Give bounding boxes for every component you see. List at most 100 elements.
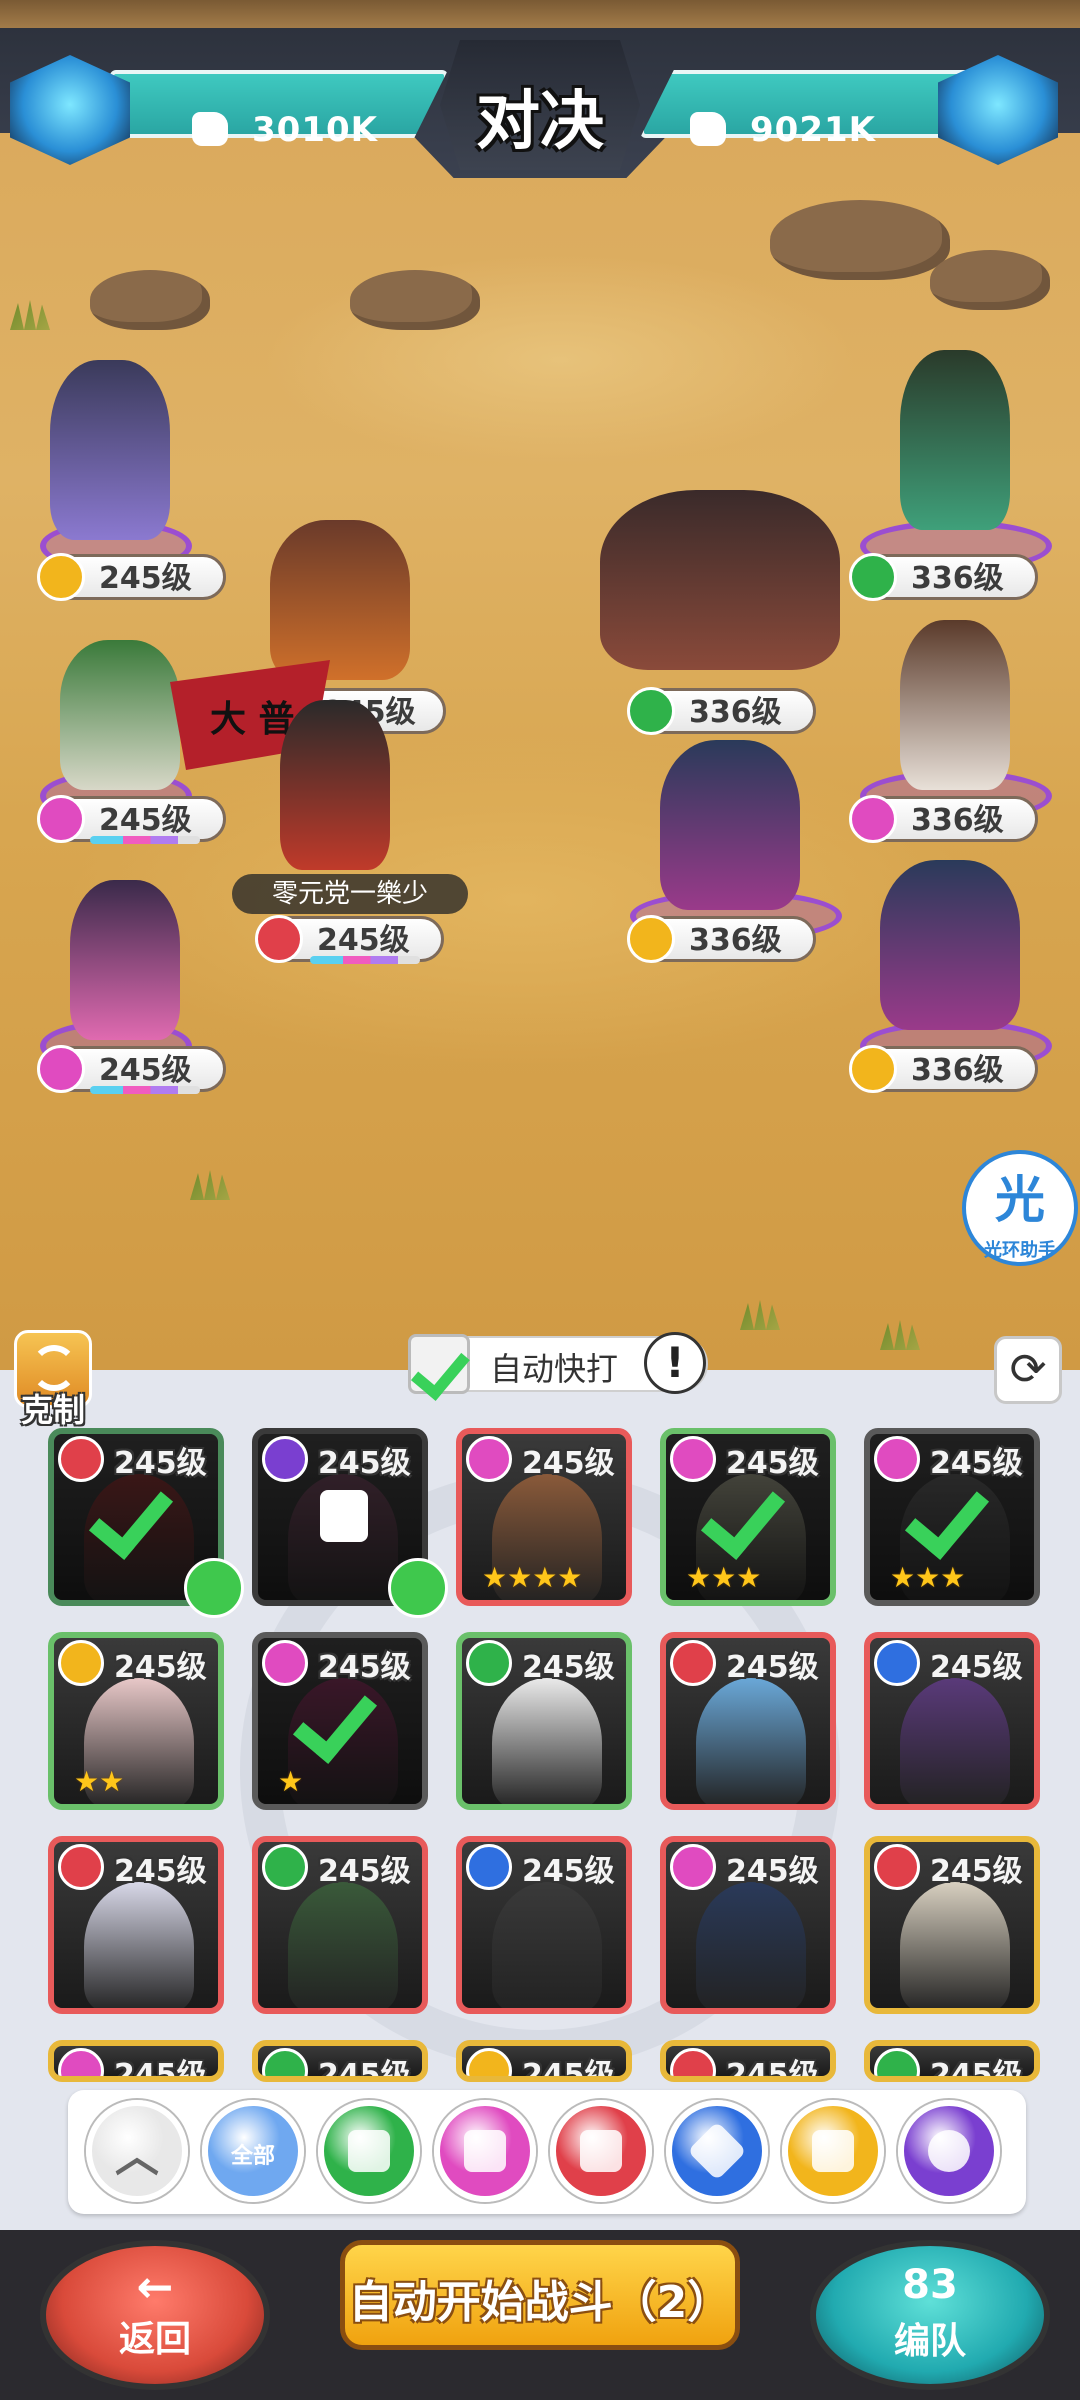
heart-icon	[464, 2130, 506, 2172]
club-faction-icon	[670, 2048, 716, 2076]
counter-label: 克制	[20, 1391, 85, 1429]
hero-level: 245级	[318, 2058, 411, 2082]
left-power: 3010K	[252, 110, 378, 150]
enemy-hero-2[interactable]	[900, 350, 1010, 530]
filter-moon-button[interactable]	[898, 2100, 1000, 2202]
hero-card[interactable]: 245级	[48, 1836, 224, 2014]
hero-level: 245级	[318, 1854, 411, 1889]
enemy-level-2: 336级	[849, 553, 1038, 601]
ally-hero-3[interactable]	[60, 640, 180, 790]
ally-hero-4[interactable]	[280, 700, 390, 870]
filter-collapse-button[interactable]: ︿	[86, 2100, 188, 2202]
filter-sun-button[interactable]	[782, 2100, 884, 2202]
hero-card[interactable]: 245级	[864, 1632, 1040, 1810]
back-label: 返回	[118, 2319, 191, 2360]
rock	[770, 200, 950, 280]
hero-card[interactable]: 245级	[864, 2040, 1040, 2082]
hero-card[interactable]: 245级	[456, 2040, 632, 2082]
diamond-icon	[687, 2121, 747, 2181]
friend-user-icon	[184, 1558, 244, 1618]
filter-heart-button[interactable]	[434, 2100, 536, 2202]
sun-faction-icon	[37, 553, 85, 601]
heart-faction-icon	[466, 1436, 512, 1482]
hero-card[interactable]: 245级	[660, 1836, 836, 2014]
hero-card[interactable]: 245级	[456, 1632, 632, 1810]
grass	[740, 1300, 780, 1330]
moon-faction-icon	[262, 1436, 308, 1482]
hero-level: 245级	[930, 2058, 1023, 2082]
hero-card[interactable]: 245级 ★	[252, 1632, 428, 1810]
hero-card[interactable]: 245级 ★★★	[864, 1428, 1040, 1606]
refresh-button[interactable]: ⟳	[994, 1336, 1062, 1404]
filter-all-button[interactable]: 全部	[202, 2100, 304, 2202]
hero-portrait	[696, 1882, 806, 2008]
hero-portrait	[696, 1678, 806, 1804]
right-power: 9021K	[750, 110, 876, 150]
hero-card[interactable]: 245级	[252, 1836, 428, 2014]
hero-level: 245级	[522, 2058, 615, 2082]
sun-icon	[812, 2130, 854, 2172]
hero-level: 245级	[726, 1854, 819, 1889]
moon-icon	[928, 2130, 970, 2172]
enemy-hero-3[interactable]	[900, 620, 1010, 790]
filter-collapse-label: ︿	[115, 2131, 159, 2182]
fist-icon	[192, 112, 228, 146]
hero-card[interactable]: 245级 ★★	[48, 1632, 224, 1810]
diamond-faction-icon	[874, 1640, 920, 1686]
ally-hero-2[interactable]	[270, 520, 410, 680]
hero-card[interactable]: 245级	[864, 1836, 1040, 2014]
spade-faction-icon	[874, 2048, 920, 2076]
hero-card[interactable]: 245级	[456, 1836, 632, 2014]
friend-user-icon	[388, 1558, 448, 1618]
spade-faction-icon	[849, 553, 897, 601]
filter-club-button[interactable]	[550, 2100, 652, 2202]
enemy-level-1: 336级	[627, 687, 816, 735]
hero-card[interactable]: 245级	[252, 2040, 428, 2082]
auto-start-battle-label: 自动开始战斗（2）	[348, 2277, 732, 2328]
hero-card[interactable]: 245级 ★★★	[660, 1428, 836, 1606]
filter-spade-button[interactable]	[318, 2100, 420, 2202]
grass	[190, 1170, 230, 1200]
sun-faction-icon	[466, 2048, 512, 2076]
checkmark-icon	[94, 1478, 184, 1548]
diamond-faction-icon	[466, 1844, 512, 1890]
formation-label: 编队	[893, 2321, 966, 2362]
enemy-hero-5[interactable]	[880, 860, 1020, 1030]
ally-hero-5[interactable]	[70, 880, 180, 1040]
heart-faction-icon	[670, 1436, 716, 1482]
rock	[930, 250, 1050, 310]
hero-level: 245级	[522, 1650, 615, 1685]
hero-card[interactable]: 245级	[48, 2040, 224, 2082]
enemy-hero-4[interactable]	[660, 740, 800, 910]
hero-card[interactable]: 245级	[660, 1632, 836, 1810]
rock	[350, 270, 480, 330]
club-faction-icon	[255, 915, 303, 963]
hp-bar	[310, 956, 420, 964]
hero-level: 245级	[318, 1446, 411, 1481]
hero-level: 245级	[114, 1854, 207, 1889]
hero-card[interactable]: 245级 ★★★★	[456, 1428, 632, 1606]
enemy-hero-1[interactable]	[600, 490, 840, 670]
club-icon	[580, 2130, 622, 2172]
rock	[90, 270, 210, 330]
club-faction-icon	[670, 1640, 716, 1686]
spade-faction-icon	[627, 687, 675, 735]
filter-diamond-button[interactable]	[666, 2100, 768, 2202]
heart-faction-icon	[849, 795, 897, 843]
aura-helper-icon: 光	[995, 1171, 1045, 1229]
hero-portrait	[900, 1678, 1010, 1804]
star-rating: ★	[278, 1765, 304, 1798]
ally-hero-1[interactable]	[50, 360, 170, 540]
info-alert-icon[interactable]: !	[644, 1332, 706, 1394]
sun-faction-icon	[627, 915, 675, 963]
aura-helper-label: 光环助手	[984, 1240, 1056, 1261]
heart-faction-icon	[58, 2048, 104, 2076]
hero-card[interactable]: 245级	[660, 2040, 836, 2082]
hero-level: 245级	[114, 2058, 207, 2082]
hero-portrait	[288, 1882, 398, 2008]
sun-faction-icon	[849, 1045, 897, 1093]
spade-icon	[348, 2130, 390, 2172]
auto-fast-checkbox[interactable]	[408, 1334, 470, 1394]
formation-icon: 83	[902, 2262, 958, 2308]
hero-level: 245级	[930, 1650, 1023, 1685]
